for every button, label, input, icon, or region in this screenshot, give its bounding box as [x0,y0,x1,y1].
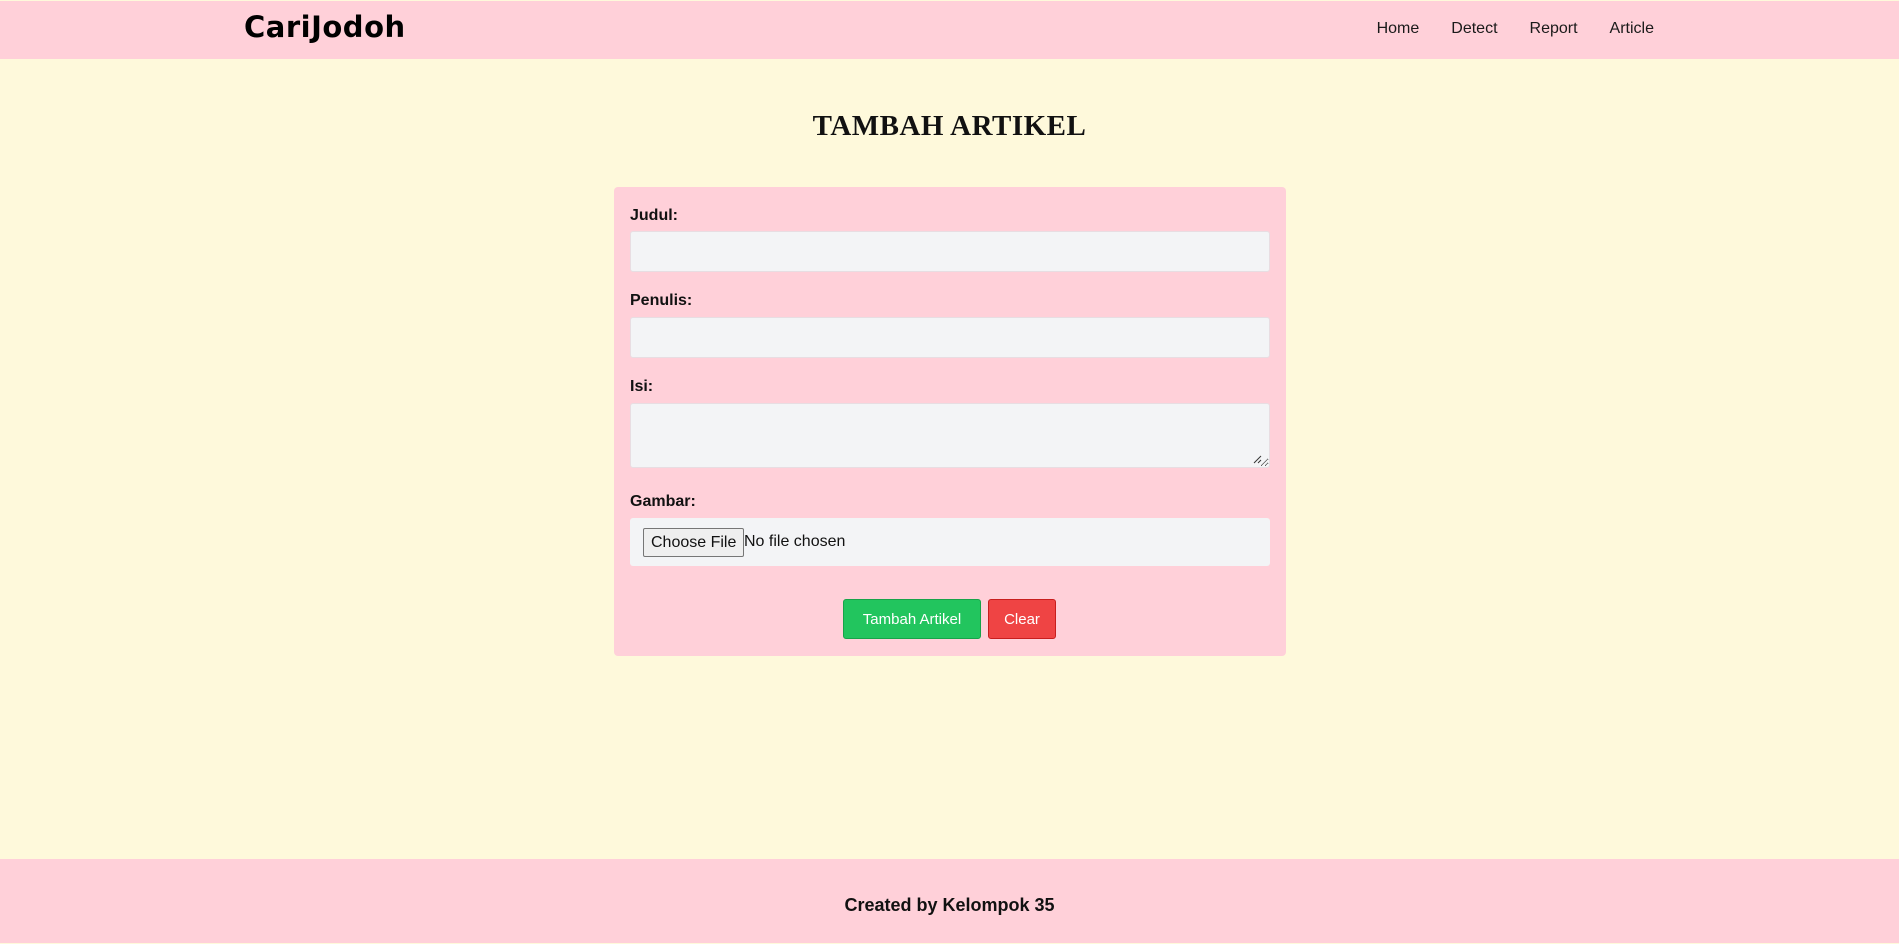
choose-file-button[interactable]: Choose File [643,528,745,557]
penulis-label: Penulis: [630,292,693,309]
add-article-button[interactable]: Tambah Artikel [843,599,981,639]
penulis-input[interactable] [630,317,1270,358]
judul-input[interactable] [630,231,1270,272]
gambar-file-input[interactable]: Choose File No file chosen [630,518,1270,566]
gambar-label: Gambar: [630,493,696,510]
footer-credit: Created by Kelompok 35 [844,895,1055,915]
isi-label: Isi: [630,378,654,395]
nav-link-home[interactable]: Home [1377,20,1420,38]
isi-textarea[interactable] [630,403,1270,468]
brand-logo[interactable]: CariJodoh [244,10,406,44]
add-article-form: Judul: Penulis: Isi: Gambar: Choose File… [614,187,1286,656]
nav-links: Home Detect Report Article [1377,20,1654,38]
nav-link-report[interactable]: Report [1530,20,1578,38]
file-status-text: No file chosen [744,533,846,550]
page: CariJodoh Home Detect Report Article TAM… [0,0,1899,944]
clear-button[interactable]: Clear [988,599,1056,639]
footer: Created by Kelompok 35 [0,859,1899,943]
navbar: CariJodoh Home Detect Report Article [0,1,1899,59]
nav-link-article[interactable]: Article [1610,20,1654,38]
page-title: TAMBAH ARTIKEL [812,110,1087,142]
nav-link-detect[interactable]: Detect [1451,20,1497,38]
judul-label: Judul: [630,207,678,224]
